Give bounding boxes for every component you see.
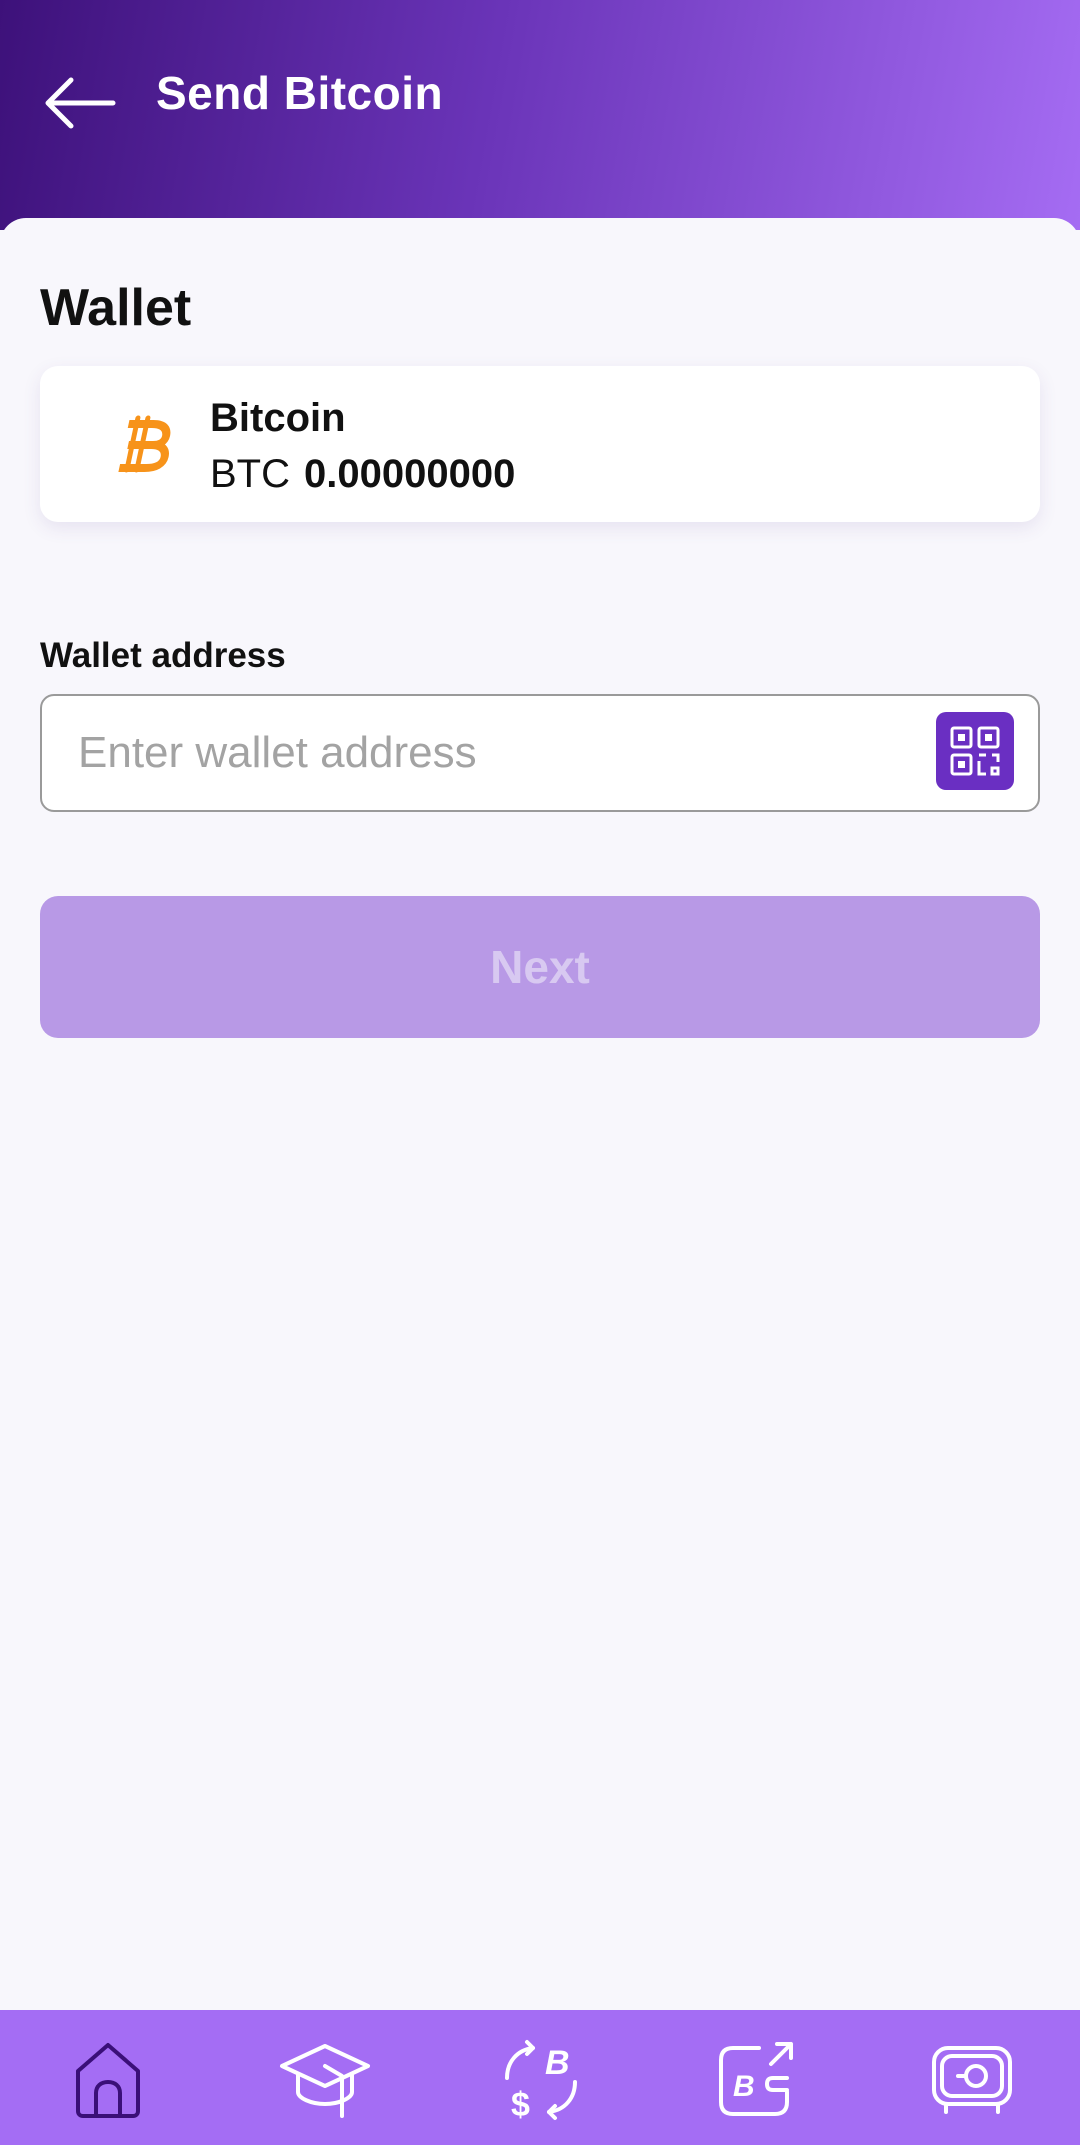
bitcoin-icon	[100, 402, 184, 486]
scan-qr-button[interactable]	[936, 712, 1014, 790]
wallet-address-field	[40, 694, 1040, 812]
qr-code-icon	[950, 726, 1000, 776]
nav-exchange[interactable]: B $	[491, 2032, 591, 2128]
wallet-section-title: Wallet	[40, 279, 192, 337]
coin-balance: BTC 0.00000000	[210, 452, 515, 497]
send-bitcoin-icon: B	[719, 2042, 793, 2116]
arrow-left-icon	[45, 77, 116, 129]
svg-text:B: B	[545, 2044, 570, 2082]
wallet-address-label: Wallet address	[40, 636, 286, 675]
nav-send[interactable]: B	[707, 2032, 807, 2128]
exchange-bitcoin-dollar-icon: B $	[505, 2040, 577, 2122]
vault-icon	[932, 2046, 1012, 2114]
bottom-navigation: B $ B	[0, 2010, 1080, 2145]
wallet-address-input[interactable]	[78, 696, 938, 810]
graduation-cap-icon	[280, 2044, 370, 2118]
main-content: Wallet Bitcoin BTC 0.00000000 Wallet addr…	[0, 218, 1080, 2010]
nav-learn[interactable]	[275, 2032, 375, 2128]
nav-vault[interactable]	[922, 2032, 1022, 2128]
nav-home[interactable]	[58, 2032, 158, 2128]
home-icon	[76, 2043, 140, 2118]
coin-symbol: BTC	[210, 452, 290, 496]
page-title: Send Bitcoin	[156, 67, 444, 119]
app-header: Send Bitcoin	[0, 0, 1080, 230]
balance-amount: 0.00000000	[304, 452, 516, 496]
back-button[interactable]	[40, 68, 120, 138]
next-button[interactable]: Next	[40, 896, 1040, 1038]
svg-text:$: $	[511, 2086, 530, 2122]
coin-name: Bitcoin	[210, 396, 346, 440]
wallet-card[interactable]: Bitcoin BTC 0.00000000	[40, 366, 1040, 522]
svg-text:B: B	[733, 2070, 755, 2103]
